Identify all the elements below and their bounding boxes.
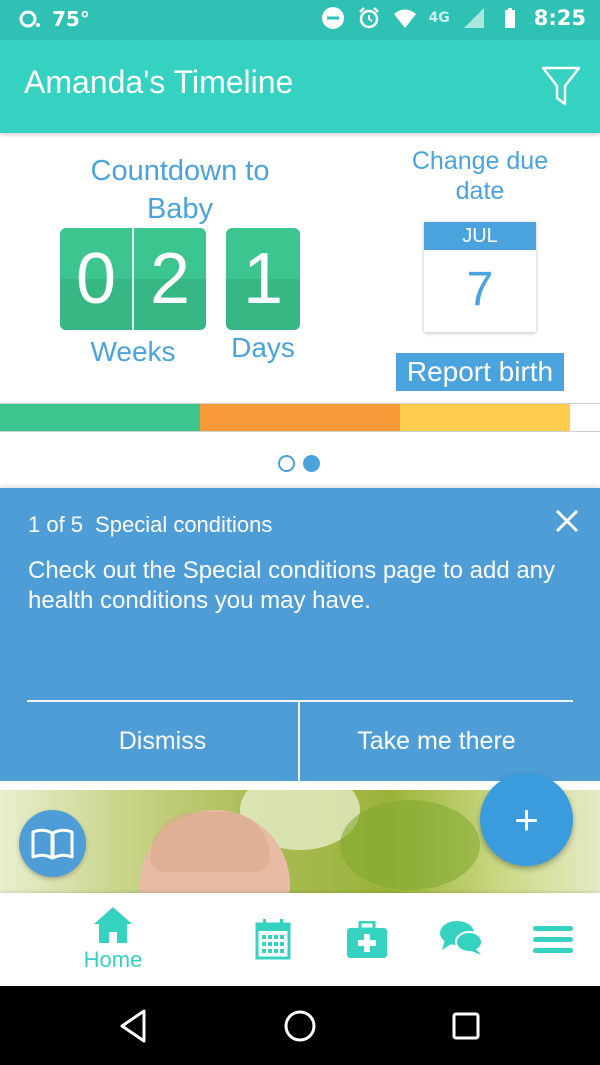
tip-counter: 1 of 5 bbox=[28, 512, 84, 537]
close-icon[interactable] bbox=[554, 508, 580, 534]
weeks-counter: 0 2 bbox=[60, 228, 206, 330]
home-circle-icon[interactable] bbox=[280, 1006, 320, 1046]
temperature: 75° bbox=[52, 7, 90, 31]
nav-chat[interactable] bbox=[435, 893, 485, 986]
system-nav-bar bbox=[0, 986, 600, 1065]
weather-icon bbox=[19, 10, 40, 28]
nav-home-label: Home bbox=[83, 947, 143, 972]
page-title: Amanda's Timeline bbox=[24, 64, 294, 100]
add-button[interactable]: + bbox=[480, 773, 573, 866]
tip-title: Special conditions bbox=[95, 512, 273, 537]
status-bar: 75° 4G 8:25 bbox=[0, 0, 600, 40]
clock: 8:25 bbox=[533, 6, 586, 30]
nav-menu[interactable] bbox=[528, 893, 578, 986]
filter-icon[interactable] bbox=[540, 64, 582, 108]
due-date-calendar[interactable]: JUL 7 bbox=[424, 222, 536, 332]
network-type: 4G bbox=[428, 10, 450, 26]
bottom-nav: Home bbox=[0, 893, 600, 986]
pager-dot-1[interactable] bbox=[278, 455, 295, 472]
progress-segment-1 bbox=[0, 404, 200, 431]
chat-icon bbox=[440, 921, 483, 955]
tip-text: Check out the Special conditions page to… bbox=[28, 557, 556, 614]
calendar-icon bbox=[255, 919, 291, 960]
nav-calendar[interactable] bbox=[248, 893, 298, 986]
report-birth-button[interactable]: Report birth bbox=[396, 353, 564, 391]
due-day: 7 bbox=[466, 263, 494, 316]
progress-segment-3 bbox=[400, 404, 570, 431]
wifi-icon bbox=[393, 9, 416, 28]
tip-header: 1 of 5 Special conditions bbox=[28, 512, 272, 538]
weeks-label: Weeks bbox=[90, 336, 176, 367]
alarm-icon bbox=[358, 7, 379, 29]
days-counter: 1 bbox=[226, 228, 300, 330]
pager-dot-2[interactable] bbox=[303, 455, 320, 472]
countdown-title: Countdown to Baby bbox=[90, 155, 270, 225]
menu-icon bbox=[533, 926, 573, 953]
dismiss-button[interactable]: Dismiss bbox=[27, 702, 298, 781]
tip-card: 1 of 5 Special conditions Check out the … bbox=[0, 488, 600, 781]
take-me-there-button[interactable]: Take me there bbox=[300, 702, 573, 781]
days-digit: 1 bbox=[242, 239, 284, 319]
nav-home[interactable]: Home bbox=[63, 893, 163, 986]
weeks-digit-2: 2 bbox=[149, 239, 191, 319]
change-due-date-link[interactable]: Change due date bbox=[390, 146, 570, 206]
medical-kit-icon bbox=[347, 921, 387, 958]
weeks-digit-1: 0 bbox=[75, 239, 117, 319]
battery-icon bbox=[504, 8, 515, 28]
book-button[interactable] bbox=[19, 810, 86, 877]
recents-icon[interactable] bbox=[446, 1006, 486, 1046]
home-icon bbox=[94, 907, 132, 943]
due-month: JUL bbox=[424, 222, 536, 250]
book-icon bbox=[31, 828, 74, 860]
days-label: Days bbox=[231, 332, 295, 363]
do-not-disturb-icon bbox=[321, 7, 344, 29]
app-bar: Amanda's Timeline bbox=[0, 40, 600, 133]
progress-segment-2 bbox=[200, 404, 400, 431]
pregnancy-progress-bar bbox=[0, 403, 600, 432]
signal-icon bbox=[463, 8, 484, 28]
back-icon[interactable] bbox=[114, 1006, 154, 1046]
pager-dots bbox=[278, 455, 320, 472]
nav-medical[interactable] bbox=[342, 893, 392, 986]
